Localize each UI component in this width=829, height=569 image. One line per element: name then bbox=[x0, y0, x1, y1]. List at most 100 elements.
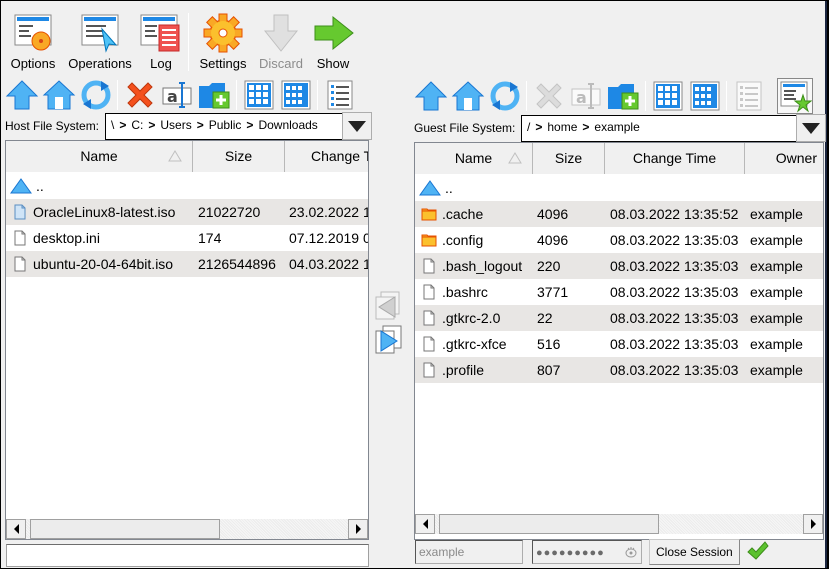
breadcrumb-separator: > bbox=[148, 118, 156, 132]
guest-path-breadcrumb[interactable]: / > home > example bbox=[521, 115, 798, 142]
guest-file-row[interactable]: .gtkrc-2.0 22 08.03.2022 13:35:03 example bbox=[415, 305, 823, 331]
guest-session-options-button[interactable] bbox=[777, 78, 813, 114]
options-button[interactable]: Options bbox=[5, 11, 61, 71]
file-name: .bashrc bbox=[442, 284, 488, 300]
password-field[interactable]: ●●●●●●●●● bbox=[532, 540, 642, 564]
file-name: .bash_logout bbox=[442, 258, 523, 274]
guest-file-row[interactable]: .profile 807 08.03.2022 13:35:03 example bbox=[415, 357, 823, 383]
scroll-thumb[interactable] bbox=[30, 519, 220, 539]
home-icon bbox=[42, 80, 76, 110]
file-size: 2126544896 bbox=[198, 256, 276, 272]
guest-file-row[interactable]: .bashrc 3771 08.03.2022 13:35:03 example bbox=[415, 279, 823, 305]
guest-refresh-button[interactable] bbox=[488, 79, 522, 113]
guest-col-owner[interactable]: Owner bbox=[745, 143, 823, 174]
breadcrumb-root[interactable]: / bbox=[527, 120, 530, 134]
col-label: Size bbox=[224, 148, 253, 164]
scroll-left-button[interactable] bbox=[415, 514, 435, 534]
breadcrumb-separator: > bbox=[196, 118, 204, 132]
breadcrumb-home[interactable]: home bbox=[547, 120, 577, 134]
log-label: Log bbox=[150, 56, 172, 71]
close-session-label: Close Session bbox=[656, 545, 733, 559]
col-label: Name bbox=[80, 148, 118, 164]
guest-row-parent[interactable]: .. bbox=[415, 175, 823, 201]
host-file-table: Name Size Change Time .. OracleLinux8-la… bbox=[5, 140, 369, 540]
session-ok-checkmark-icon bbox=[747, 541, 769, 560]
separator bbox=[645, 81, 646, 111]
log-button[interactable]: Log bbox=[139, 11, 183, 71]
guest-horizontal-scrollbar[interactable] bbox=[415, 514, 823, 534]
delete-x-icon bbox=[536, 83, 562, 109]
host-col-change-time[interactable]: Change Time bbox=[285, 141, 368, 172]
close-session-button[interactable]: Close Session bbox=[649, 539, 740, 565]
host-file-row[interactable]: ubuntu-20-04-64bit.iso 2126544896 04.03.20… bbox=[6, 251, 368, 277]
breadcrumb-downloads[interactable]: Downloads bbox=[258, 118, 317, 132]
host-large-icons-button[interactable] bbox=[242, 78, 276, 112]
host-home-button[interactable] bbox=[42, 78, 76, 112]
host-up-button[interactable] bbox=[5, 78, 39, 112]
breadcrumb-example[interactable]: example bbox=[594, 120, 639, 134]
host-horizontal-scrollbar[interactable] bbox=[6, 519, 368, 539]
scroll-thumb[interactable] bbox=[439, 514, 659, 534]
arrow-down-icon bbox=[259, 11, 303, 55]
copy-to-host-button[interactable] bbox=[371, 289, 405, 323]
host-small-icons-button[interactable] bbox=[279, 78, 313, 112]
guest-small-icons-button[interactable] bbox=[688, 79, 722, 113]
operations-button[interactable]: Operations bbox=[65, 11, 135, 71]
copy-left-icon bbox=[375, 291, 400, 320]
username-field[interactable]: example bbox=[415, 540, 523, 564]
breadcrumb-root[interactable]: \ bbox=[111, 118, 114, 132]
scroll-right-button[interactable] bbox=[803, 514, 823, 534]
guest-file-row[interactable]: .cache 4096 08.03.2022 13:35:52 example bbox=[415, 201, 823, 227]
toolbar-separator bbox=[188, 13, 189, 71]
host-path-breadcrumb[interactable]: \ > C: > Users > Public > Downloads bbox=[105, 113, 343, 140]
host-list-view-button[interactable] bbox=[323, 78, 357, 112]
guest-col-size[interactable]: Size bbox=[533, 143, 605, 174]
guest-path-dropdown-button[interactable] bbox=[796, 114, 826, 142]
host-file-row[interactable]: OracleLinux8-latest.iso 21022720 23.02.202… bbox=[6, 199, 368, 225]
host-path-label: Host File System: bbox=[5, 119, 100, 133]
guest-col-change-time[interactable]: Change Time bbox=[605, 143, 745, 174]
file-name: .profile bbox=[442, 362, 485, 378]
discard-label: Discard bbox=[258, 56, 304, 71]
host-row-parent[interactable]: .. bbox=[6, 173, 368, 199]
file-name: .cache bbox=[442, 206, 484, 222]
breadcrumb-public[interactable]: Public bbox=[209, 118, 242, 132]
guest-up-button[interactable] bbox=[414, 79, 448, 113]
host-new-folder-button[interactable] bbox=[197, 78, 231, 112]
guest-file-row[interactable]: .config 4096 08.03.2022 13:35:03 example bbox=[415, 227, 823, 253]
host-delete-button[interactable] bbox=[123, 78, 157, 112]
show-button[interactable]: Show bbox=[309, 11, 357, 71]
copy-to-guest-button[interactable] bbox=[371, 323, 405, 357]
breadcrumb-users[interactable]: Users bbox=[160, 118, 191, 132]
guest-file-row[interactable]: .bash_logout 220 08.03.2022 13:35:03 exampl… bbox=[415, 253, 823, 279]
show-password-eye-icon[interactable] bbox=[625, 546, 637, 558]
scroll-left-button[interactable] bbox=[6, 519, 26, 539]
scroll-right-button[interactable] bbox=[348, 519, 368, 539]
host-path-dropdown-button[interactable] bbox=[342, 112, 372, 140]
guest-col-name[interactable]: Name bbox=[415, 143, 533, 174]
guest-large-icons-button[interactable] bbox=[651, 79, 685, 113]
host-rename-button[interactable]: a bbox=[160, 78, 194, 112]
breadcrumb-separator: > bbox=[119, 118, 127, 132]
host-file-row[interactable]: desktop.ini 174 07.12.2019 0 bbox=[6, 225, 368, 251]
grid-small-icon bbox=[690, 81, 720, 111]
host-col-size[interactable]: Size bbox=[193, 141, 285, 172]
guest-home-button[interactable] bbox=[451, 79, 485, 113]
file-change-time: 08.03.2022 13:35:03 bbox=[610, 362, 739, 378]
discard-button[interactable]: Discard bbox=[257, 11, 305, 71]
guest-file-row[interactable]: .gtkrc-xfce 516 08.03.2022 13:35:03 example bbox=[415, 331, 823, 357]
guest-delete-button[interactable] bbox=[532, 79, 566, 113]
username-placeholder: example bbox=[419, 545, 465, 559]
breadcrumb-drive[interactable]: C: bbox=[131, 118, 143, 132]
guest-list-view-button[interactable] bbox=[732, 79, 766, 113]
breadcrumb-separator: > bbox=[246, 118, 254, 132]
host-refresh-button[interactable] bbox=[79, 78, 113, 112]
list-view-icon bbox=[327, 80, 353, 110]
file-size: 516 bbox=[537, 336, 561, 352]
arrow-up-icon bbox=[5, 80, 39, 110]
guest-rename-button[interactable]: a bbox=[569, 79, 603, 113]
settings-button[interactable]: Settings bbox=[195, 11, 251, 71]
guest-new-folder-button[interactable] bbox=[606, 79, 640, 113]
file-owner: example bbox=[750, 310, 803, 326]
host-col-name[interactable]: Name bbox=[6, 141, 193, 172]
